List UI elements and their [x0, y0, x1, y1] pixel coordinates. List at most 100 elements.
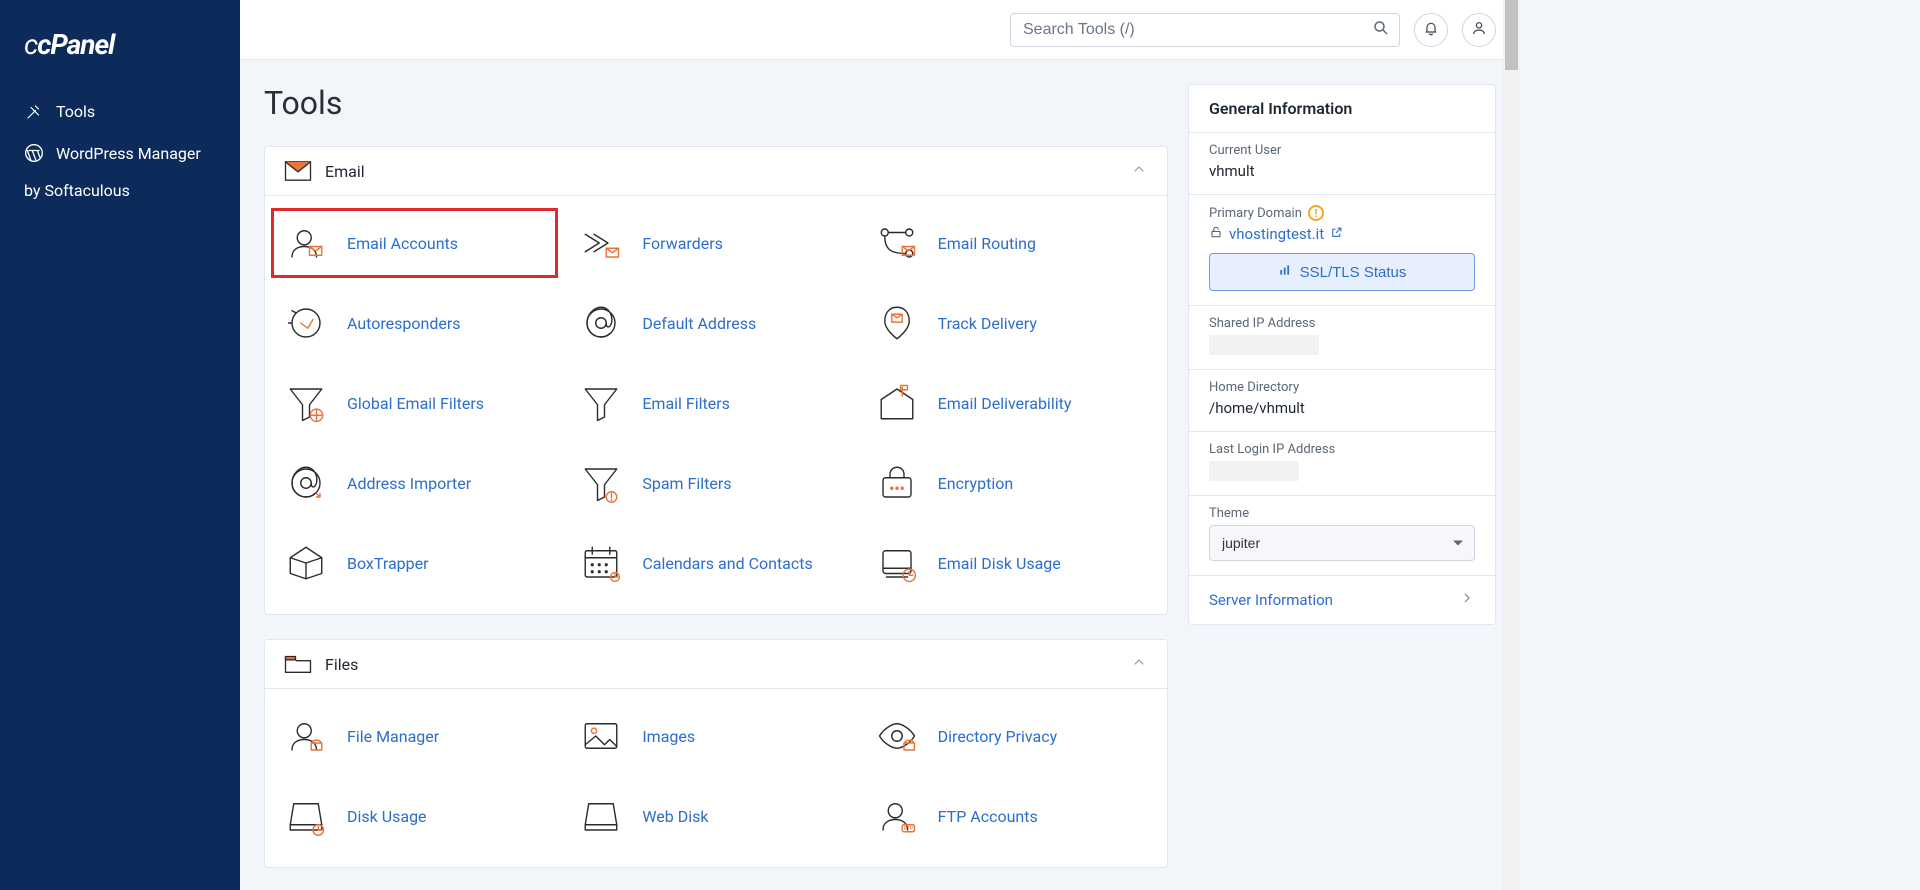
item-label: Global Email Filters	[347, 394, 484, 413]
item-label: Autoresponders	[347, 314, 461, 333]
tools-icon	[24, 102, 44, 122]
default-address-icon	[578, 300, 624, 346]
item-boxtrapper[interactable]: BoxTrapper	[273, 536, 568, 590]
item-autoresponders[interactable]: Autoresponders	[273, 296, 568, 350]
item-label: Web Disk	[642, 807, 708, 826]
ssl-tls-status-button[interactable]: SSL/TLS Status	[1209, 253, 1475, 291]
email-filters-icon	[578, 380, 624, 426]
main-area: Tools Email	[240, 0, 1520, 890]
search-input[interactable]	[1010, 13, 1400, 47]
item-label: Email Disk Usage	[938, 554, 1061, 573]
item-label: Email Filters	[642, 394, 730, 413]
item-email-filters[interactable]: Email Filters	[568, 376, 863, 430]
page-title: Tools	[264, 84, 1168, 122]
item-label: Encryption	[938, 474, 1014, 493]
item-label: FTP Accounts	[938, 807, 1038, 826]
item-label: Email Accounts	[347, 234, 458, 253]
panel-files: Files File Manager	[264, 639, 1168, 868]
chevron-right-icon	[1459, 590, 1475, 610]
item-forwarders[interactable]: Forwarders	[568, 216, 863, 270]
email-accounts-icon	[283, 220, 329, 266]
info-value	[1209, 461, 1475, 481]
panel-header-files[interactable]: Files	[265, 640, 1167, 689]
item-web-disk[interactable]: Web Disk	[568, 789, 863, 843]
item-directory-privacy[interactable]: Directory Privacy	[864, 709, 1159, 763]
info-theme: Theme jupiter	[1189, 496, 1495, 576]
brand-logo: ccPanel	[0, 18, 240, 91]
web-disk-icon	[578, 793, 624, 839]
boxtrapper-icon	[283, 540, 329, 586]
item-file-manager[interactable]: File Manager	[273, 709, 568, 763]
item-label: Disk Usage	[347, 807, 427, 826]
scrollbar[interactable]	[1503, 0, 1520, 890]
panel-email: Email Email Accounts	[264, 146, 1168, 615]
sidebar-item-label: Tools	[56, 101, 95, 123]
account-button[interactable]	[1462, 13, 1496, 47]
search-wrap	[1010, 13, 1400, 47]
chevron-up-icon	[1131, 654, 1147, 674]
svg-text:FTP: FTP	[903, 826, 913, 832]
theme-select[interactable]: jupiter	[1209, 525, 1475, 561]
files-section-icon	[285, 654, 311, 674]
item-label: Spam Filters	[642, 474, 731, 493]
search-icon[interactable]	[1372, 19, 1390, 41]
info-home-directory: Home Directory /home/vhmult	[1189, 370, 1495, 432]
track-delivery-icon	[874, 300, 920, 346]
info-shared-ip: Shared IP Address	[1189, 306, 1495, 370]
item-label: Calendars and Contacts	[642, 554, 812, 573]
calendars-contacts-icon	[578, 540, 624, 586]
right-column: General Information Current User vhmult …	[1188, 84, 1496, 625]
file-manager-icon	[283, 713, 329, 759]
info-last-login: Last Login IP Address	[1189, 432, 1495, 496]
email-deliverability-icon	[874, 380, 920, 426]
item-label: Address Importer	[347, 474, 471, 493]
address-importer-icon	[283, 460, 329, 506]
item-calendars-and-contacts[interactable]: Calendars and Contacts	[568, 536, 863, 590]
item-encryption[interactable]: Encryption	[864, 456, 1159, 510]
notifications-button[interactable]	[1414, 13, 1448, 47]
panel-title: Files	[325, 655, 358, 674]
item-label: Track Delivery	[938, 314, 1037, 333]
sidebar-item-label: WordPress Manager	[56, 143, 201, 165]
redacted-value	[1209, 335, 1319, 355]
content: Tools Email	[240, 60, 1520, 890]
item-label: Forwarders	[642, 234, 723, 253]
item-disk-usage[interactable]: Disk Usage	[273, 789, 568, 843]
images-icon	[578, 713, 624, 759]
items-grid-email: Email Accounts Forwarders	[265, 196, 1167, 614]
item-spam-filters[interactable]: Spam Filters	[568, 456, 863, 510]
sidebar-item-wordpress-manager[interactable]: WordPress Manager by Softaculous	[0, 133, 240, 212]
sidebar-item-tools[interactable]: Tools	[0, 91, 240, 133]
item-track-delivery[interactable]: Track Delivery	[864, 296, 1159, 350]
item-images[interactable]: Images	[568, 709, 863, 763]
encryption-icon	[874, 460, 920, 506]
email-section-icon	[285, 161, 311, 181]
panel-header-email[interactable]: Email	[265, 147, 1167, 196]
item-email-accounts[interactable]: Email Accounts	[273, 216, 568, 270]
item-label: Email Routing	[938, 234, 1036, 253]
server-information-link[interactable]: Server Information	[1189, 576, 1495, 624]
item-address-importer[interactable]: Address Importer	[273, 456, 568, 510]
sidebar-item-sublabel: by Softaculous	[24, 180, 216, 202]
item-email-disk-usage[interactable]: Email Disk Usage	[864, 536, 1159, 590]
info-current-user: Current User vhmult	[1189, 133, 1495, 195]
item-default-address[interactable]: Default Address	[568, 296, 863, 350]
item-ftp-accounts[interactable]: FTP FTP Accounts	[864, 789, 1159, 843]
user-icon	[1471, 20, 1487, 40]
bell-icon	[1423, 20, 1439, 40]
global-email-filters-icon	[283, 380, 329, 426]
item-email-routing[interactable]: Email Routing	[864, 216, 1159, 270]
primary-domain-link[interactable]: vhostingtest.it	[1229, 225, 1324, 243]
scrollbar-thumb[interactable]	[1505, 0, 1518, 70]
bar-chart-icon	[1278, 263, 1292, 281]
item-email-deliverability[interactable]: Email Deliverability	[864, 376, 1159, 430]
item-label: Images	[642, 727, 695, 746]
info-value: /home/vhmult	[1209, 399, 1475, 417]
item-global-email-filters[interactable]: Global Email Filters	[273, 376, 568, 430]
info-header: General Information	[1189, 85, 1495, 133]
ftp-accounts-icon: FTP	[874, 793, 920, 839]
lock-icon	[1209, 225, 1223, 243]
warning-icon[interactable]: !	[1308, 205, 1324, 221]
info-value	[1209, 335, 1475, 355]
external-link-icon[interactable]	[1330, 225, 1343, 243]
